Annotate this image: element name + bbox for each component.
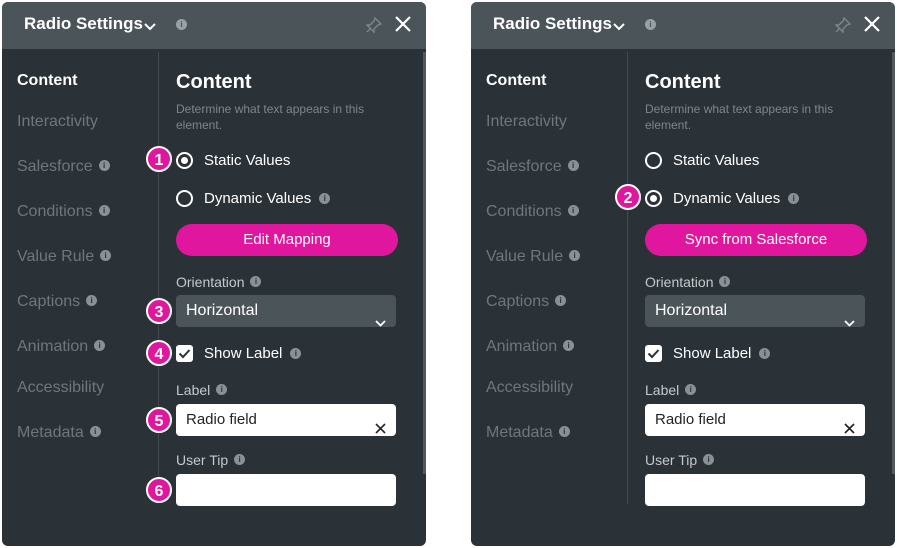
chevron-down-icon[interactable] xyxy=(613,18,625,36)
label-input[interactable]: Radio field xyxy=(645,404,865,436)
divider xyxy=(627,52,628,504)
radio-unselected[interactable] xyxy=(645,151,662,169)
step-badge: 6 xyxy=(146,477,172,503)
checkbox-checked[interactable] xyxy=(645,345,662,362)
pin-icon[interactable] xyxy=(834,16,852,38)
static-values-radio[interactable]: Static Values xyxy=(645,150,759,170)
info-icon: i xyxy=(703,454,715,466)
sidebar-item-interactivity[interactable]: Interactivity xyxy=(486,113,567,131)
info-icon: i xyxy=(558,425,570,437)
label-input[interactable]: Radio field xyxy=(176,404,396,436)
radio-selected[interactable] xyxy=(176,151,193,169)
info-icon: i xyxy=(567,204,579,216)
orientation-label: Orientation i xyxy=(645,274,731,290)
clear-icon[interactable] xyxy=(844,414,855,446)
info-icon: i xyxy=(94,339,106,351)
close-icon[interactable] xyxy=(394,15,412,38)
clear-icon[interactable] xyxy=(375,414,386,446)
sidebar-item-animation[interactable]: Animation i xyxy=(486,338,575,356)
info-icon: i xyxy=(98,159,110,171)
panel-title: Radio Settings xyxy=(24,14,144,33)
info-icon: i xyxy=(250,276,262,288)
step-badge: 4 xyxy=(146,340,172,366)
radio-selected[interactable] xyxy=(645,189,662,207)
info-icon[interactable]: i xyxy=(176,19,187,30)
sync-from-salesforce-button[interactable]: Sync from Salesforce xyxy=(645,224,867,256)
radio-unselected[interactable] xyxy=(176,189,193,207)
close-icon[interactable] xyxy=(863,15,881,38)
divider xyxy=(158,52,159,504)
info-icon: i xyxy=(234,454,246,466)
chevron-down-icon[interactable] xyxy=(144,18,156,36)
settings-panel-1: Radio Settings i Content Interactivity S… xyxy=(2,2,426,546)
settings-panel-2: Radio Settings i Content Interactivity S… xyxy=(471,2,895,546)
sidebar-item-metadata[interactable]: Metadata i xyxy=(17,424,101,442)
sidebar-item-metadata[interactable]: Metadata i xyxy=(486,424,570,442)
step-badge: 3 xyxy=(146,298,172,324)
checkbox-checked[interactable] xyxy=(176,345,193,362)
show-label-checkbox[interactable]: Show Label i xyxy=(645,345,771,362)
info-icon: i xyxy=(567,159,579,171)
scrollbar[interactable] xyxy=(892,52,895,474)
info-icon: i xyxy=(759,348,771,359)
user-tip-label: User Tip i xyxy=(645,452,715,468)
info-icon: i xyxy=(216,384,228,396)
label-field-label: Label i xyxy=(176,382,228,398)
sidebar-item-value-rule[interactable]: Value Rule i xyxy=(17,248,112,266)
step-badge: 2 xyxy=(615,184,641,210)
info-icon: i xyxy=(685,384,697,396)
sidebar-item-animation[interactable]: Animation i xyxy=(17,338,106,356)
panel-header: Radio Settings i xyxy=(471,2,895,49)
info-icon: i xyxy=(563,339,575,351)
info-icon: i xyxy=(719,276,731,288)
info-icon: i xyxy=(569,249,581,261)
info-icon[interactable]: i xyxy=(645,19,656,30)
content-description: Determine what text appears in this elem… xyxy=(645,102,834,132)
sidebar-item-content[interactable]: Content xyxy=(17,72,77,90)
orientation-select[interactable]: Horizontal xyxy=(645,295,865,327)
info-icon: i xyxy=(86,294,98,306)
info-icon: i xyxy=(98,204,110,216)
orientation-select[interactable]: Horizontal xyxy=(176,295,396,327)
panel-title: Radio Settings xyxy=(493,14,613,33)
step-badge: 5 xyxy=(146,407,172,433)
step-badge: 1 xyxy=(146,146,172,172)
static-values-radio[interactable]: Static Values xyxy=(176,150,290,170)
info-icon: i xyxy=(788,192,800,204)
content-heading: Content xyxy=(645,71,721,93)
info-icon: i xyxy=(319,192,331,204)
sidebar-item-captions[interactable]: Captions i xyxy=(17,293,98,311)
pin-icon[interactable] xyxy=(365,16,383,38)
dynamic-values-radio[interactable]: Dynamic Values i xyxy=(176,188,331,208)
content-heading: Content xyxy=(176,71,252,93)
sidebar-item-content[interactable]: Content xyxy=(486,72,546,90)
sidebar-item-accessibility[interactable]: Accessibility xyxy=(486,379,573,397)
dynamic-values-radio[interactable]: Dynamic Values i xyxy=(645,188,800,208)
orientation-label: Orientation i xyxy=(176,274,262,290)
sidebar-item-salesforce[interactable]: Salesforce i xyxy=(486,158,579,176)
sidebar-item-conditions[interactable]: Conditions i xyxy=(17,203,110,221)
info-icon: i xyxy=(555,294,567,306)
info-icon: i xyxy=(89,425,101,437)
sidebar-item-salesforce[interactable]: Salesforce i xyxy=(17,158,110,176)
content-description: Determine what text appears in this elem… xyxy=(176,102,365,132)
panel-header: Radio Settings i xyxy=(2,2,426,49)
sidebar-item-accessibility[interactable]: Accessibility xyxy=(17,379,104,397)
sidebar-item-conditions[interactable]: Conditions i xyxy=(486,203,579,221)
info-icon: i xyxy=(290,348,302,359)
label-field-label: Label i xyxy=(645,382,697,398)
show-label-checkbox[interactable]: Show Label i xyxy=(176,345,302,362)
chevron-down-icon xyxy=(844,307,855,339)
sidebar-item-interactivity[interactable]: Interactivity xyxy=(17,113,98,131)
chevron-down-icon xyxy=(375,307,386,339)
user-tip-input[interactable] xyxy=(645,474,865,506)
scrollbar[interactable] xyxy=(423,52,426,474)
sidebar-item-captions[interactable]: Captions i xyxy=(486,293,567,311)
user-tip-input[interactable] xyxy=(176,474,396,506)
edit-mapping-button[interactable]: Edit Mapping xyxy=(176,224,398,256)
user-tip-label: User Tip i xyxy=(176,452,246,468)
info-icon: i xyxy=(100,249,112,261)
sidebar-item-value-rule[interactable]: Value Rule i xyxy=(486,248,581,266)
